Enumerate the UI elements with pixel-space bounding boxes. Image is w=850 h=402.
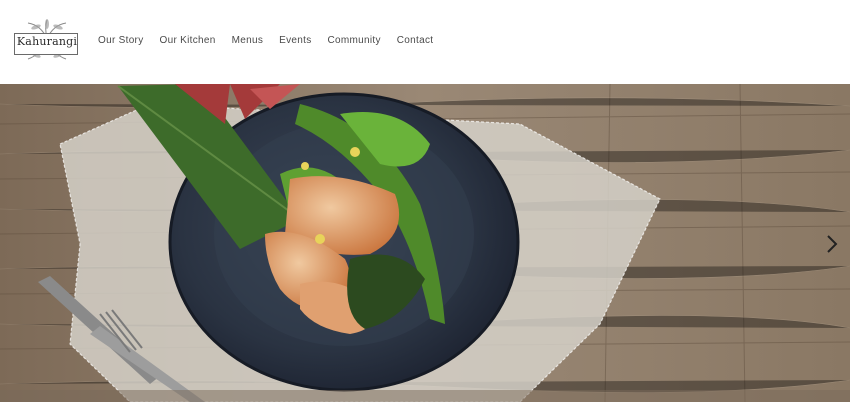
logo-wordmark: Kahurangi [16, 35, 78, 48]
nav-item-events[interactable]: Events [279, 35, 311, 46]
site-header: Kahurangi Our Story Our Kitchen Menus Ev… [0, 0, 850, 84]
nav-item-contact[interactable]: Contact [397, 35, 434, 46]
chevron-right-icon[interactable] [824, 234, 840, 254]
logo[interactable]: Kahurangi [14, 19, 80, 63]
nav-item-our-story[interactable]: Our Story [98, 35, 144, 46]
hero-slideshow [0, 84, 850, 402]
nav-item-menus[interactable]: Menus [232, 35, 264, 46]
nav-item-our-kitchen[interactable]: Our Kitchen [160, 35, 216, 46]
main-nav: Our Story Our Kitchen Menus Events Commu… [98, 35, 433, 46]
nav-item-community[interactable]: Community [328, 35, 381, 46]
hero-food-photo [0, 84, 850, 402]
